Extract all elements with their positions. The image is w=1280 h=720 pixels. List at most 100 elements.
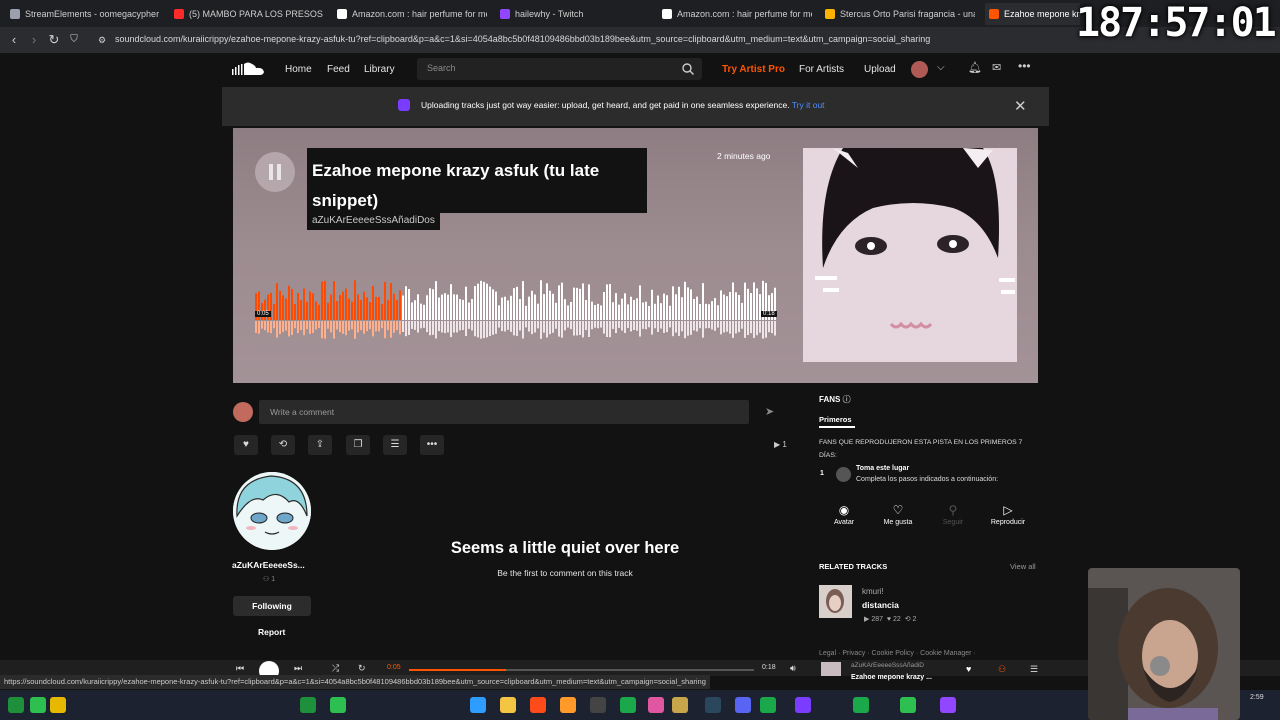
bookmark-icon[interactable]: ⛉	[66, 32, 82, 48]
related-track-artwork[interactable]	[819, 585, 852, 618]
taskbar-app-icon[interactable]	[330, 697, 346, 713]
player-artist[interactable]: aZuKArEeeeeSssAñadiD	[851, 662, 924, 669]
search-icon[interactable]	[682, 63, 694, 75]
taskbar-app-icon[interactable]	[760, 697, 776, 713]
footer-links[interactable]: Legal · Privacy · Cookie Policy · Cookie…	[819, 650, 976, 657]
share-button[interactable]: ⇪	[308, 435, 332, 455]
waveform-bar	[399, 290, 401, 320]
taskbar-app-icon[interactable]	[940, 697, 956, 713]
back-icon[interactable]: ‹	[6, 32, 22, 48]
previous-icon[interactable]: ⏮	[236, 663, 244, 674]
shuffle-icon[interactable]: ⤮	[332, 663, 339, 674]
step-play-button[interactable]: ▷ Reproducir	[985, 503, 1031, 533]
steam-icon[interactable]	[705, 697, 721, 713]
banner-link[interactable]: Try it out	[792, 100, 825, 110]
more-menu-icon[interactable]: •••	[1018, 59, 1031, 73]
track-artwork[interactable]	[803, 148, 1017, 362]
waveform[interactable]	[255, 278, 777, 340]
browser-tab-soundcloud[interactable]: Ezahoe mepone krazy asfuk	[985, 3, 1080, 25]
taskbar-app-icon[interactable]	[900, 697, 916, 713]
related-track-artist[interactable]: kmuri!	[862, 587, 884, 596]
nav-home[interactable]: Home	[285, 64, 312, 75]
waveform-reflection-bar	[480, 321, 482, 339]
report-button[interactable]: Report	[258, 627, 285, 637]
taskbar-app-icon[interactable]	[30, 697, 46, 713]
taskbar-app-icon[interactable]	[620, 697, 636, 713]
player-title[interactable]: Ezahoe mepone krazy ...	[851, 674, 932, 681]
player-like-icon[interactable]: ♥	[966, 664, 971, 674]
file-explorer-icon[interactable]	[500, 697, 516, 713]
related-track-title[interactable]: distancia	[862, 600, 899, 610]
notifications-icon[interactable]: 🔔︎	[968, 61, 982, 74]
info-icon[interactable]: ⓘ	[843, 395, 851, 404]
step-avatar-button[interactable]: ◉ Avatar	[821, 503, 867, 533]
waveform-reflection-bar	[399, 321, 401, 335]
repost-button[interactable]: ⟲	[271, 435, 295, 455]
for-artists-link[interactable]: For Artists	[799, 64, 844, 75]
brave-browser-icon[interactable]	[530, 697, 546, 713]
browser-tab-amazon-1[interactable]: Amazon.com : hair perfume for men	[337, 3, 487, 25]
track-title: Ezahoe mepone krazy asfuk (tu late snipp…	[312, 161, 600, 210]
reload-icon[interactable]: ↻	[46, 32, 62, 48]
player-progress-track[interactable]	[409, 669, 754, 671]
taskbar-app-icon[interactable]	[648, 697, 664, 713]
browser-tab-youtube[interactable]: (5) MAMBO PARA LOS PRESOS - @\	[174, 3, 324, 25]
nav-library[interactable]: Library	[364, 64, 395, 75]
browser-tab-fragancia[interactable]: Stercus Orto Parisi fragancia - una fr	[825, 3, 975, 25]
copy-link-button[interactable]: ❐	[346, 435, 370, 455]
try-artist-pro-link[interactable]: Try Artist Pro	[722, 64, 785, 75]
taskbar-app-icon[interactable]	[300, 697, 316, 713]
site-info-icon[interactable]: ⚙	[94, 32, 110, 48]
browser-tab-amazon-2[interactable]: Amazon.com : hair perfume for men	[662, 3, 812, 25]
discord-icon[interactable]	[735, 697, 751, 713]
track-artist-link[interactable]: aZuKArEeeeeSssAñadiDos	[307, 212, 440, 230]
browser-tab-twitch[interactable]: hailewhy - Twitch	[500, 3, 650, 25]
taskbar-app-icon[interactable]	[560, 697, 576, 713]
forward-icon[interactable]: ›	[26, 32, 42, 48]
volume-icon[interactable]: 🔊︎	[790, 663, 796, 674]
taskbar-app-icon[interactable]	[795, 697, 811, 713]
step-like-button[interactable]: ♡ Me gusta	[875, 503, 921, 533]
fan-avatar-placeholder	[836, 467, 851, 482]
comment-input[interactable]: Write a comment	[259, 400, 749, 424]
waveform-bar	[513, 288, 515, 320]
add-to-playlist-button[interactable]: ☰	[383, 435, 407, 455]
tab-primeros[interactable]: Primeros	[819, 415, 852, 424]
repeat-icon[interactable]: ↻	[358, 663, 366, 674]
taskbar-app-icon[interactable]	[50, 697, 66, 713]
waveform-reflection-bar	[591, 321, 593, 330]
taskbar-app-icon[interactable]	[672, 697, 688, 713]
upload-link[interactable]: Upload	[864, 64, 896, 75]
messages-icon[interactable]: ✉	[992, 61, 1001, 74]
taskbar-app-icon[interactable]	[590, 697, 606, 713]
taskbar-app-icon[interactable]	[470, 697, 486, 713]
queue-icon[interactable]: ☰	[1030, 664, 1038, 675]
waveform-reflection-bar	[279, 321, 281, 335]
taskbar-app-icon[interactable]	[853, 697, 869, 713]
chevron-down-icon[interactable]: ⌵	[937, 62, 945, 73]
search-input[interactable]: Search	[417, 58, 702, 80]
user-avatar[interactable]	[911, 61, 928, 78]
player-artwork[interactable]	[821, 662, 841, 676]
step-follow-button[interactable]: ⚲ Seguir	[930, 503, 976, 533]
player-follow-icon[interactable]: ⚇	[998, 664, 1006, 675]
uploader-name[interactable]: aZuKArEeeeeSs...	[232, 560, 305, 570]
soundcloud-logo-icon[interactable]	[232, 61, 265, 77]
waveform-bar	[663, 293, 665, 320]
url-field[interactable]: soundcloud.com/kuraiicrippy/ezahoe-mepon…	[115, 34, 930, 44]
taskbar-app-icon[interactable]	[8, 697, 24, 713]
pause-button[interactable]	[255, 152, 295, 192]
view-all-link[interactable]: View all	[1010, 562, 1036, 571]
like-button[interactable]: ♥	[234, 435, 258, 455]
send-icon[interactable]: ➤	[765, 405, 774, 418]
uploader-avatar[interactable]	[233, 472, 311, 550]
next-icon[interactable]: ⏭	[294, 663, 302, 674]
browser-tab-streamelements[interactable]: StreamElements - oomegacypher	[10, 3, 160, 25]
waveform-bar	[690, 289, 692, 320]
more-button[interactable]: •••	[420, 435, 444, 455]
nav-feed[interactable]: Feed	[327, 64, 350, 75]
waveform-bar	[366, 297, 368, 320]
following-button[interactable]: Following	[233, 596, 311, 616]
waveform-reflection-bar	[303, 321, 305, 336]
close-icon[interactable]: ✕	[1014, 97, 1027, 115]
